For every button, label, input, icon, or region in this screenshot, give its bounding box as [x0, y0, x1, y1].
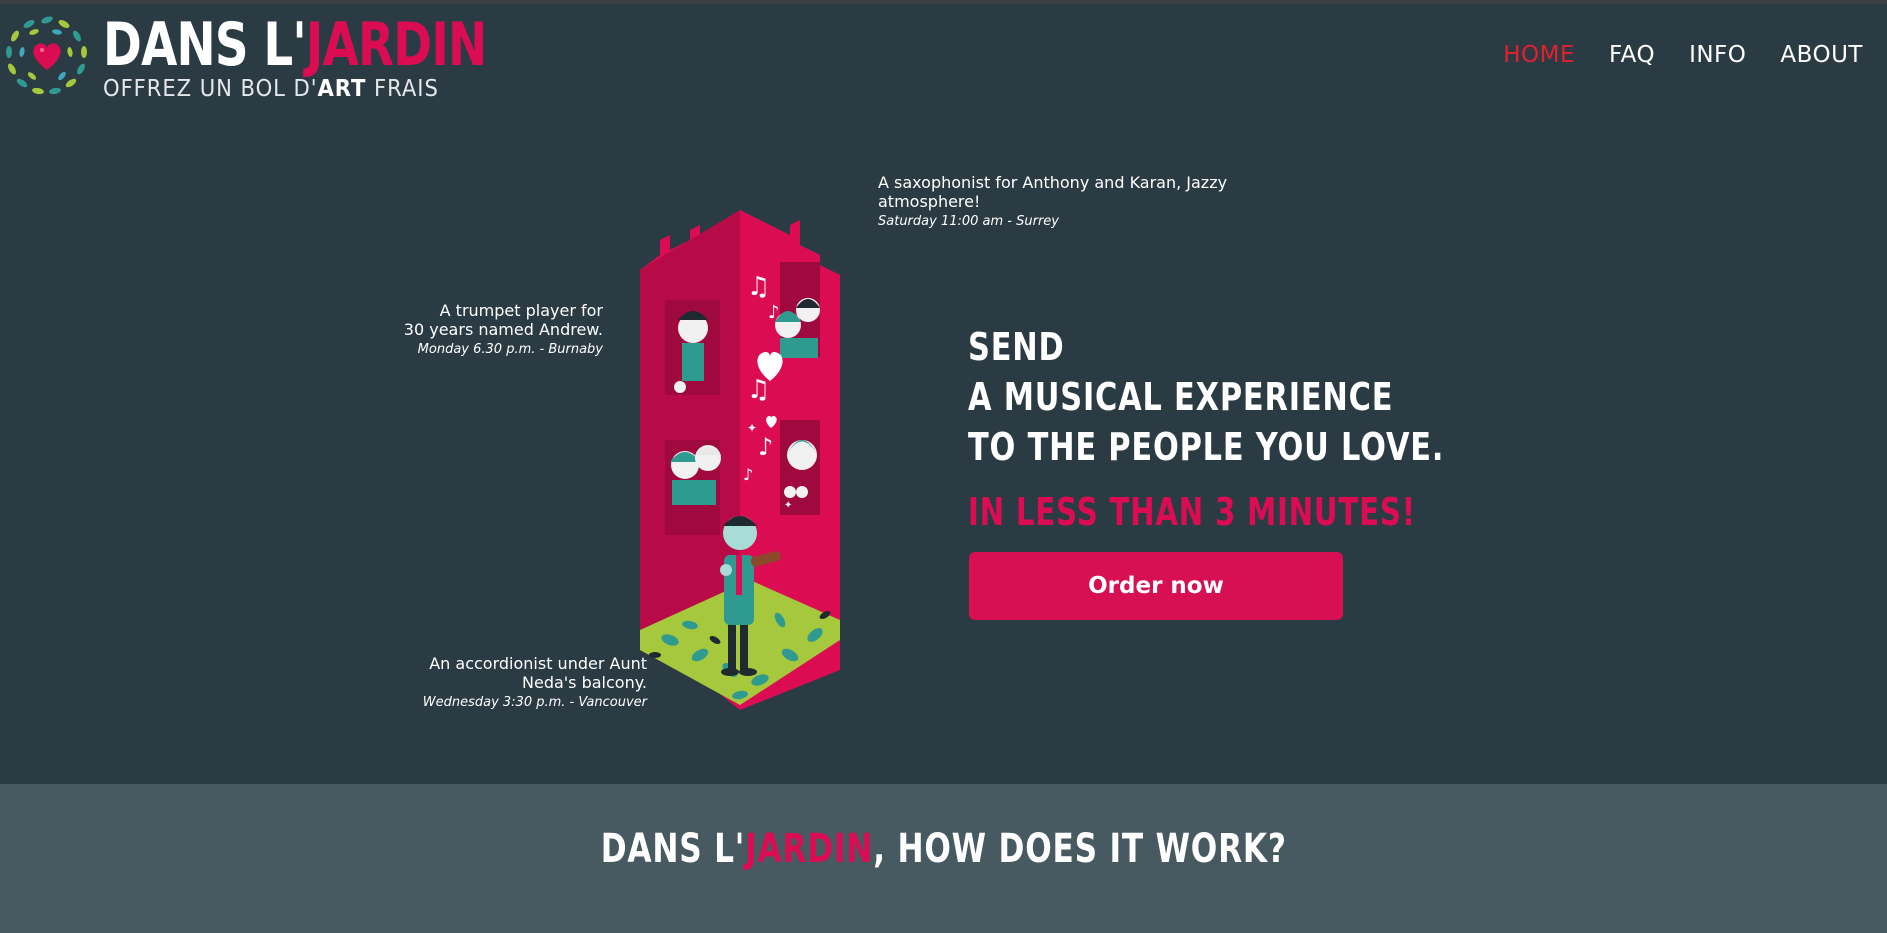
music-note-icon: ♪ [743, 465, 753, 484]
brand-title: DANS L'JARDIN [103, 10, 487, 80]
brand-tagline: OFFREZ UN BOL D'ART FRAIS [103, 76, 439, 102]
note-trumpet-meta: Monday 6.30 p.m. - Burnaby [417, 342, 603, 357]
music-note-icon: ♫ [747, 375, 770, 405]
note-accordionist: An accordionist under Aunt Neda's balcon… [420, 654, 647, 711]
tagline-end: FRAIS [366, 76, 439, 102]
music-note-icon: ♪ [768, 302, 780, 323]
note-accordionist-line1: An accordionist under Aunt [429, 654, 647, 673]
nav-faq[interactable]: FAQ [1609, 42, 1655, 68]
svg-text:✦: ✦ [784, 500, 792, 511]
note-trumpet-line2: 30 years named Andrew. [403, 320, 603, 339]
note-accordionist-meta: Wednesday 3:30 p.m. - Vancouver [422, 695, 647, 710]
headline-line-2: A MUSICAL EXPERIENCE [968, 375, 1394, 419]
brand-title-highlight: JARDIN [305, 10, 487, 80]
how-title-prefix: DANS L' [600, 826, 745, 872]
top-border [0, 0, 1887, 4]
nav-info[interactable]: INFO [1689, 42, 1746, 68]
headline-line-1: SEND [968, 325, 1065, 369]
site-logo[interactable]: DANS L'JARDIN OFFREZ UN BOL D'ART FRAIS [0, 8, 487, 103]
how-title-highlight: JARDIN [744, 826, 873, 872]
note-saxophonist-meta: Saturday 11:00 am - Surrey [878, 214, 1059, 229]
note-trumpet-line1: A trumpet player for [439, 301, 603, 320]
svg-text:✦: ✦ [747, 421, 757, 435]
music-note-icon: ♫ [747, 272, 770, 302]
hero-headline: SEND A MUSICAL EXPERIENCE TO THE PEOPLE … [968, 322, 1444, 472]
music-note-icon: ♪ [758, 433, 773, 461]
note-saxophonist: A saxophonist for Anthony and Karan, Jaz… [878, 173, 1258, 230]
main-nav: HOME FAQ INFO ABOUT [1503, 42, 1863, 68]
brand-title-prefix: DANS L' [103, 10, 307, 80]
note-trumpet: A trumpet player for 30 years named Andr… [380, 301, 603, 358]
order-now-button[interactable]: Order now [969, 552, 1343, 620]
heart-wreath-logo-icon [6, 16, 87, 95]
tagline-start: OFFREZ UN BOL D' [103, 76, 318, 102]
note-accordionist-line2: Neda's balcony. [522, 673, 647, 692]
note-saxophonist-text: A saxophonist for Anthony and Karan, Jaz… [878, 173, 1228, 211]
nav-about[interactable]: ABOUT [1780, 42, 1863, 68]
hero-illustration: ♫ ♪ ♫ ♪ ♪ ✦ ✦ [640, 210, 840, 710]
how-it-works-title: DANS L'JARDIN, HOW DOES IT WORK? [0, 826, 1887, 872]
how-title-suffix: , HOW DOES IT WORK? [872, 826, 1287, 872]
nav-home[interactable]: HOME [1503, 42, 1575, 68]
headline-line-3: TO THE PEOPLE YOU LOVE. [968, 425, 1445, 469]
hero-subheadline: IN LESS THAN 3 MINUTES! [968, 490, 1416, 534]
tagline-bold: ART [317, 76, 367, 102]
